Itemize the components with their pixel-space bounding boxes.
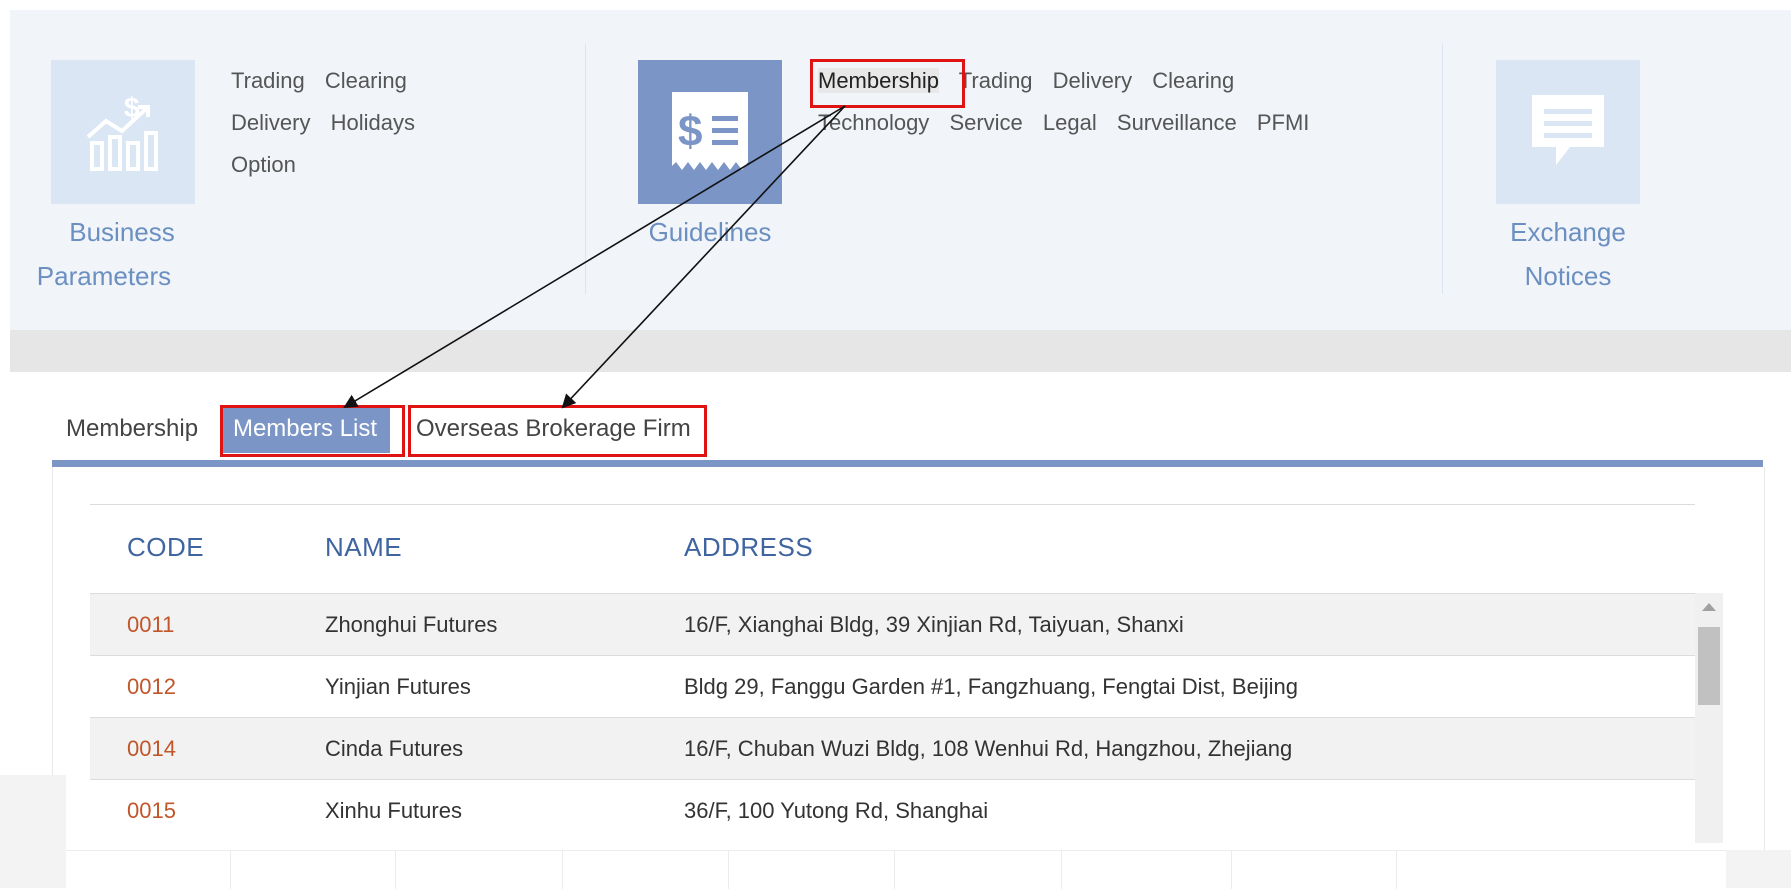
arrow-to-overseas-brokerage [561,105,846,409]
annotation-arrows [343,105,846,409]
arrow-to-members-list [343,105,846,409]
